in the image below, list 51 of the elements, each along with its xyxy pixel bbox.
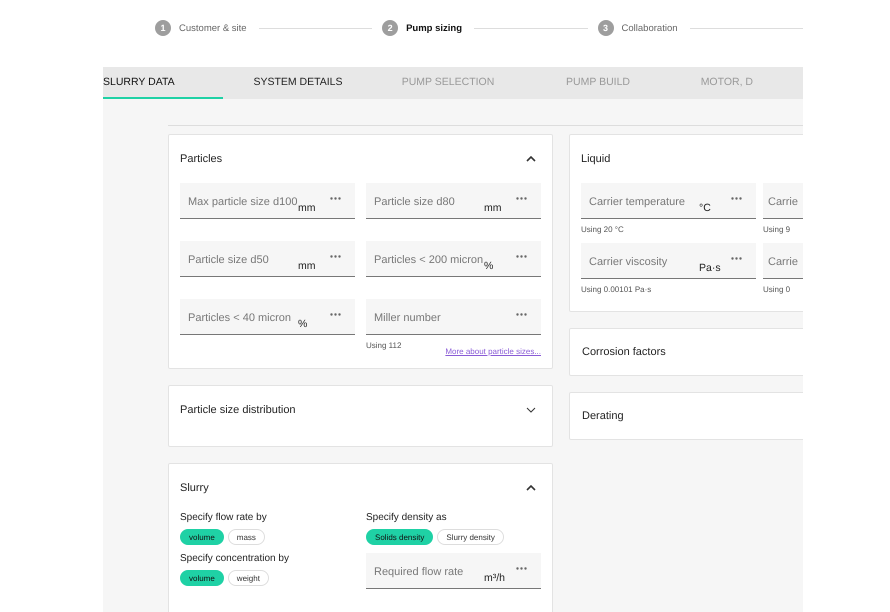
toggle-label: Specify flow rate by [180, 512, 268, 523]
card-title: Slurry [180, 482, 209, 494]
more-icon[interactable] [330, 255, 341, 258]
chevron-up-icon[interactable] [526, 485, 536, 491]
more-icon[interactable] [516, 255, 527, 258]
helper-text: Using 20 °C [581, 225, 624, 236]
more-icon[interactable] [731, 257, 742, 260]
chevron-down-icon[interactable] [526, 407, 536, 413]
card-title: Particle size distribution [180, 404, 296, 416]
toggle-label: Specify concentration by [180, 553, 290, 564]
toggle-chip[interactable]: volume [180, 529, 224, 545]
input-field[interactable]: Carrier temperature °C [581, 183, 756, 219]
toggle-chip[interactable]: Solids density [366, 529, 434, 545]
tab[interactable]: SYSTEM DETAILS [223, 67, 373, 99]
more-icon[interactable] [330, 313, 341, 316]
input-field[interactable]: Carrie [763, 243, 803, 279]
step-number: 2 [382, 20, 398, 36]
input-field[interactable]: Particles < 40 micron % [180, 299, 355, 335]
toggle-label: Specify density as [366, 512, 448, 523]
card-title: Corrosion factors [582, 346, 666, 358]
step-label[interactable]: Customer & site [179, 22, 247, 34]
step-label[interactable]: Pump sizing [406, 22, 462, 34]
more-icon[interactable] [330, 197, 341, 200]
chevron-up-icon[interactable] [526, 156, 536, 162]
input-field[interactable]: Max particle size d100mm [180, 183, 355, 219]
input-field[interactable]: Carrier viscosity Pa·s [581, 243, 756, 279]
helper-text: Using 0.00101 Pa·s [581, 285, 652, 296]
toggle-chip[interactable]: mass [228, 529, 265, 545]
input-field[interactable]: Particles < 200 micron% [366, 241, 541, 277]
input-field[interactable]: Particle size d80 mm [366, 183, 541, 219]
helper-text: Using 112 [366, 341, 402, 352]
card-title: Particles [180, 153, 222, 165]
card-title: Derating [582, 410, 624, 422]
step-number: 3 [598, 20, 614, 36]
input-field[interactable]: Miller number [366, 299, 541, 335]
more-icon[interactable] [516, 197, 527, 200]
helper-text: Using 9 [763, 225, 790, 236]
card-title: Liquid [581, 153, 610, 165]
toggle-chip[interactable]: Slurry density [437, 529, 504, 545]
more-icon[interactable] [516, 567, 527, 570]
helper-text: Using 0 [763, 285, 790, 296]
toggle-chip[interactable]: weight [228, 570, 269, 586]
step-label[interactable]: Collaboration [622, 22, 678, 34]
more-icon[interactable] [516, 313, 527, 316]
link[interactable]: More about particle sizes... [445, 347, 541, 356]
more-icon[interactable] [731, 197, 742, 200]
input-field[interactable]: Carrie [763, 183, 803, 219]
input-field[interactable]: Required flow rate m³/h [366, 553, 541, 589]
input-field[interactable]: Particle size d50 mm [180, 241, 355, 277]
toggle-chip[interactable]: volume [180, 570, 224, 586]
step-number: 1 [155, 20, 171, 36]
